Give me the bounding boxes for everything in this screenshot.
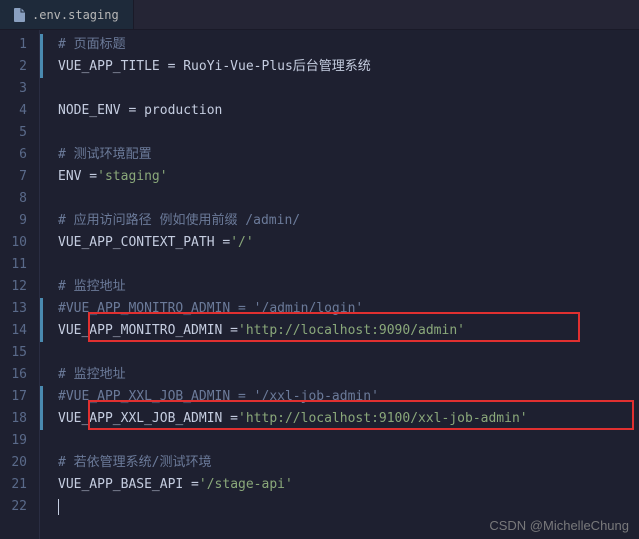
code-line[interactable]: #VUE_APP_MONITRO_ADMIN = '/admin/login' [40,298,639,320]
line-number: 13 [8,298,27,320]
text-cursor [58,499,59,515]
line-number: 3 [8,78,27,100]
code-line[interactable] [40,122,639,144]
line-number: 11 [8,254,27,276]
assign-value: 'http://localhost:9100/xxl-job-admin' [238,408,528,430]
code-line[interactable]: VUE_APP_XXL_JOB_ADMIN = 'http://localhos… [40,408,639,430]
code-line[interactable] [40,254,639,276]
line-number: 8 [8,188,27,210]
assign-key: VUE_APP_BASE_API = [58,474,199,496]
code-line[interactable]: # 监控地址 [40,364,639,386]
file-icon [14,8,26,22]
code-line[interactable]: #VUE_APP_XXL_JOB_ADMIN = '/xxl-job-admin… [40,386,639,408]
line-number: 12 [8,276,27,298]
line-number: 22 [8,496,27,518]
file-tab[interactable]: .env.staging [0,0,134,29]
comment-text: # 监控地址 [58,276,126,298]
comment-text: # 测试环境配置 [58,144,152,166]
assign-key: VUE_APP_CONTEXT_PATH = [58,232,230,254]
code-line[interactable]: NODE_ENV = production [40,100,639,122]
comment-text: #VUE_APP_MONITRO_ADMIN = '/admin/login' [58,298,363,320]
code-line[interactable] [40,188,639,210]
line-number: 6 [8,144,27,166]
code-line[interactable]: # 应用访问路径 例如使用前缀 /admin/ [40,210,639,232]
code-text: NODE_ENV = production [58,100,222,122]
line-number: 15 [8,342,27,364]
line-number: 7 [8,166,27,188]
comment-text: # 若依管理系统/测试环境 [58,452,211,474]
code-line[interactable] [40,430,639,452]
line-number: 1 [8,34,27,56]
line-number: 10 [8,232,27,254]
tab-bar: .env.staging [0,0,639,30]
code-line[interactable] [40,496,639,518]
assign-key: VUE_APP_MONITRO_ADMIN = [58,320,238,342]
assign-value: '/stage-api' [199,474,293,496]
assign-key: VUE_APP_XXL_JOB_ADMIN = [58,408,238,430]
code-line[interactable]: VUE_APP_TITLE = RuoYi-Vue-Plus后台管理系统 [40,56,639,78]
line-number: 14 [8,320,27,342]
code-line[interactable] [40,342,639,364]
tab-filename: .env.staging [32,8,119,22]
comment-text: # 监控地址 [58,364,126,386]
line-number: 5 [8,122,27,144]
comment-text: # 页面标题 [58,34,126,56]
code-line[interactable]: VUE_APP_BASE_API = '/stage-api' [40,474,639,496]
comment-text: #VUE_APP_XXL_JOB_ADMIN = '/xxl-job-admin… [58,386,379,408]
code-editor[interactable]: 12345678910111213141516171819202122 # 页面… [0,30,639,539]
comment-text: # 应用访问路径 例如使用前缀 /admin/ [58,210,300,232]
assign-value: '/' [230,232,253,254]
watermark: CSDN @MichelleChung [489,518,629,533]
line-number: 18 [8,408,27,430]
assign-value: 'staging' [97,166,167,188]
line-number: 9 [8,210,27,232]
code-line[interactable]: VUE_APP_CONTEXT_PATH = '/' [40,232,639,254]
code-text: VUE_APP_TITLE = RuoYi-Vue-Plus后台管理系统 [58,56,371,78]
code-line[interactable]: # 测试环境配置 [40,144,639,166]
assign-value: 'http://localhost:9090/admin' [238,320,465,342]
line-number: 17 [8,386,27,408]
line-number: 4 [8,100,27,122]
assign-key: ENV = [58,166,97,188]
line-number: 19 [8,430,27,452]
code-area[interactable]: # 页面标题VUE_APP_TITLE = RuoYi-Vue-Plus后台管理… [40,30,639,539]
line-number: 16 [8,364,27,386]
code-line[interactable]: VUE_APP_MONITRO_ADMIN = 'http://localhos… [40,320,639,342]
code-line[interactable] [40,78,639,100]
code-line[interactable]: # 监控地址 [40,276,639,298]
code-line[interactable]: # 若依管理系统/测试环境 [40,452,639,474]
line-number: 2 [8,56,27,78]
line-number: 21 [8,474,27,496]
line-number-gutter: 12345678910111213141516171819202122 [0,30,40,539]
code-line[interactable]: # 页面标题 [40,34,639,56]
code-line[interactable]: ENV = 'staging' [40,166,639,188]
line-number: 20 [8,452,27,474]
